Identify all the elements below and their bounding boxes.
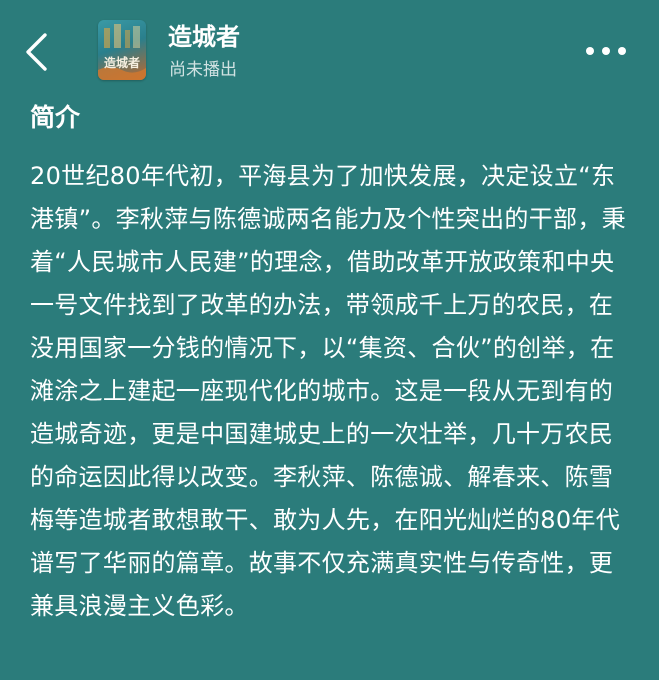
intro-heading: 简介 [30,103,81,132]
intro-text: 20世纪80年代初，平海县为了加快发展，决定设立“东港镇”。李秋萍与陈德诚两名能… [30,162,626,620]
top-bar: 造城者 造城者 尚未播出 [0,0,659,96]
show-cover-thumbnail[interactable]: 造城者 [98,20,146,80]
chevron-left-icon [26,33,47,71]
show-title: 造城者 [168,23,240,51]
more-options-button[interactable] [578,36,634,66]
broadcast-status: 尚未播出 [169,60,237,80]
cover-art [98,24,146,80]
cover-title-text: 造城者 [103,56,140,70]
more-horizontal-icon [586,47,626,55]
back-button[interactable] [14,26,58,78]
